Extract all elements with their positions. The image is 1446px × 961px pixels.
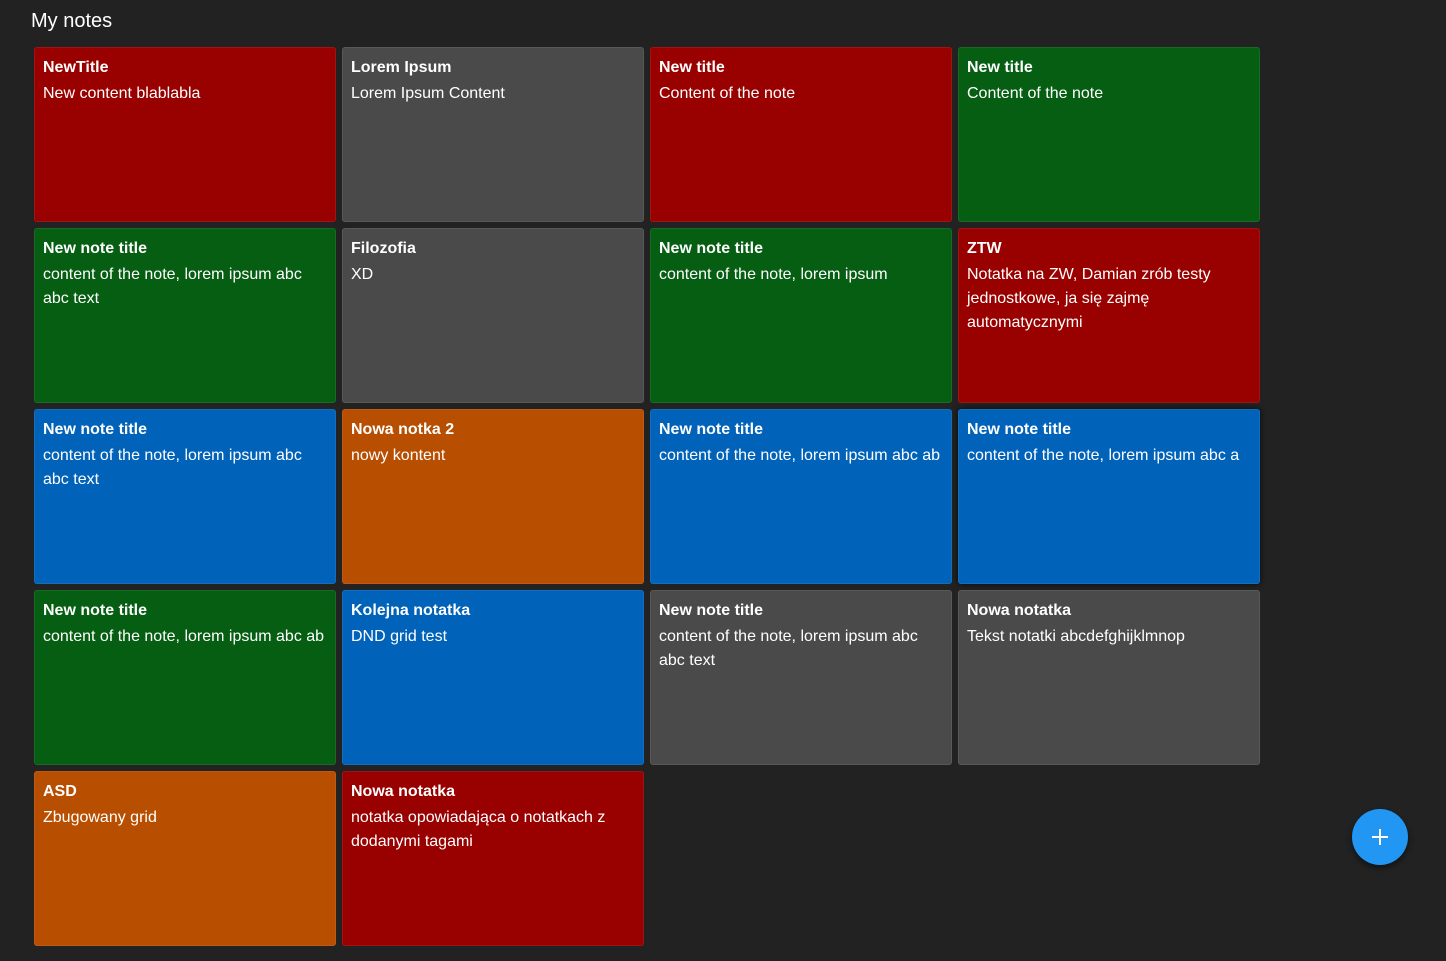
note-title: New title	[659, 59, 725, 76]
add-note-button[interactable]	[1352, 809, 1408, 865]
notes-page: My notes NewTitle New content blablabla …	[0, 0, 1446, 961]
note-title: Filozofia	[351, 240, 416, 257]
plus-icon	[1371, 828, 1389, 846]
note-card[interactable]: Filozofia XD	[342, 228, 644, 403]
note-content: content of the note, lorem ipsum abc abc…	[43, 447, 302, 488]
note-card[interactable]: New note title content of the note, lore…	[650, 228, 952, 403]
note-card[interactable]: New note title content of the note, lore…	[34, 228, 336, 403]
note-card[interactable]: New note title content of the note, lore…	[650, 590, 952, 765]
note-content: Tekst notatki abcdefghijklmnop	[967, 628, 1185, 645]
note-content: nowy kontent	[351, 447, 446, 464]
note-content: content of the note, lorem ipsum abc abc…	[659, 628, 918, 669]
note-content: DND grid test	[351, 628, 448, 645]
note-title: New note title	[967, 421, 1072, 438]
note-content: notatka opowiadająca o notatkach z dodan…	[351, 809, 606, 850]
note-card[interactable]: Nowa notatka notatka opowiadająca o nota…	[342, 771, 644, 946]
note-title: New title	[967, 59, 1033, 76]
note-title: New note title	[659, 240, 764, 257]
note-content: content of the note, lorem ipsum abc ab	[659, 447, 941, 464]
note-card[interactable]: NewTitle New content blablabla	[34, 47, 336, 222]
note-title: New note title	[659, 602, 764, 619]
note-content: XD	[351, 266, 374, 283]
note-card[interactable]: ASD Zbugowany grid	[34, 771, 336, 946]
note-card[interactable]: New title Content of the note	[958, 47, 1260, 222]
notes-grid: NewTitle New content blablabla Lorem Ips…	[34, 47, 1260, 946]
note-title: NewTitle	[43, 59, 109, 76]
note-content: content of the note, lorem ipsum abc a	[967, 447, 1240, 464]
note-card[interactable]: Nowa notka 2 nowy kontent	[342, 409, 644, 584]
note-card[interactable]: Nowa notatka Tekst notatki abcdefghijklm…	[958, 590, 1260, 765]
note-card[interactable]: ZTW Notatka na ZW, Damian zrób testy jed…	[958, 228, 1260, 403]
note-card[interactable]: New note title content of the note, lore…	[34, 590, 336, 765]
note-content: Notatka na ZW, Damian zrób testy jednost…	[967, 266, 1211, 331]
note-title: ASD	[43, 783, 77, 800]
note-title: Nowa notatka	[351, 783, 456, 800]
note-card[interactable]: New note title content of the note, lore…	[34, 409, 336, 584]
note-title: New note title	[43, 602, 148, 619]
note-content: Content of the note	[659, 85, 796, 102]
note-title: Nowa notatka	[967, 602, 1072, 619]
note-content: Zbugowany grid	[43, 809, 157, 826]
note-card[interactable]: Lorem Ipsum Lorem Ipsum Content	[342, 47, 644, 222]
note-title: Lorem Ipsum	[351, 59, 452, 76]
note-content: Content of the note	[967, 85, 1104, 102]
note-title: New note title	[659, 421, 764, 438]
note-content: Lorem Ipsum Content	[351, 85, 505, 102]
note-card[interactable]: Kolejna notatka DND grid test	[342, 590, 644, 765]
note-content: New content blablabla	[43, 85, 201, 102]
note-title: Kolejna notatka	[351, 602, 471, 619]
note-content: content of the note, lorem ipsum	[659, 266, 888, 283]
note-card[interactable]: New title Content of the note	[650, 47, 952, 222]
note-content: content of the note, lorem ipsum abc ab	[43, 628, 325, 645]
note-card[interactable]: New note title content of the note, lore…	[958, 409, 1260, 584]
note-title: New note title	[43, 421, 148, 438]
note-card[interactable]: New note title content of the note, lore…	[650, 409, 952, 584]
note-content: content of the note, lorem ipsum abc abc…	[43, 266, 302, 307]
note-title: ZTW	[967, 240, 1002, 257]
note-title: Nowa notka 2	[351, 421, 455, 438]
note-title: New note title	[43, 240, 148, 257]
page-title: My notes	[31, 10, 113, 32]
